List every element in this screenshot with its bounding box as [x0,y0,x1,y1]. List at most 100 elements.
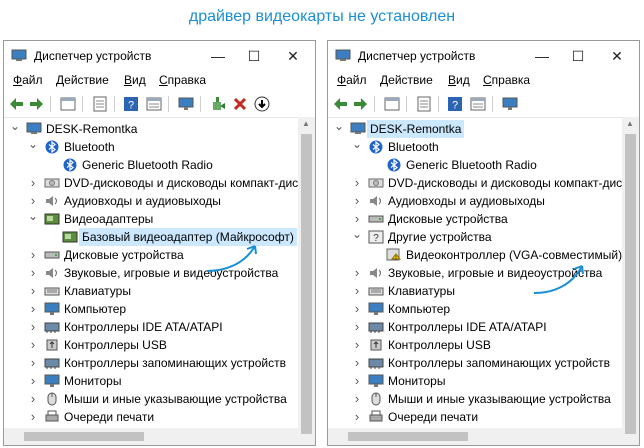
title-bar[interactable]: Диспетчер устройств — ☐ ✕ [328,41,639,71]
expand-arrow-closed-icon[interactable]: › [352,300,362,317]
tree-item[interactable]: ⌄ Bluetooth [4,138,304,156]
menu-action[interactable]: Действие [380,73,433,87]
maximize-button[interactable]: ☐ [565,45,591,67]
forward-icon[interactable] [28,96,44,112]
expand-arrow-open-icon[interactable]: ⌄ [10,120,20,132]
properties-icon[interactable] [60,96,76,112]
tree-item[interactable]: Generic Bluetooth Radio [4,156,304,174]
tree-item[interactable]: › DVD-дисководы и дисководы компакт-дис [328,174,628,192]
menu-help[interactable]: Справка [159,73,206,87]
vertical-scrollbar[interactable]: ▲ [298,117,315,445]
tree-item[interactable]: ⌄ DESK-Remontka [328,120,628,138]
tree-item[interactable]: › Клавиатуры [4,282,304,300]
expand-arrow-closed-icon[interactable]: › [352,282,362,299]
expand-arrow-closed-icon[interactable]: › [352,192,362,209]
expand-arrow-open-icon[interactable]: ⌄ [28,210,38,222]
close-button[interactable]: ✕ [280,45,306,67]
tree-item[interactable]: › Очереди печати [4,408,304,426]
menu-file[interactable]: Файл [13,73,43,87]
tree-item[interactable]: › Аудиовходы и аудиовыходы [328,192,628,210]
minimize-button[interactable]: — [529,45,555,67]
tree-item[interactable]: ⌄ Bluetooth [328,138,628,156]
expand-arrow-closed-icon[interactable]: › [28,282,38,299]
expand-arrow-closed-icon[interactable]: › [352,354,362,371]
tree-item[interactable]: › Клавиатуры [328,282,628,300]
tree-item[interactable]: › Мониторы [328,372,628,390]
expand-arrow-closed-icon[interactable]: › [28,318,38,335]
expand-arrow-closed-icon[interactable]: › [28,174,38,191]
tree-item[interactable]: › Контроллеры запоминающих устройств [328,354,628,372]
expand-arrow-closed-icon[interactable]: › [28,300,38,317]
uninstall-device-icon[interactable] [232,96,248,112]
maximize-button[interactable]: ☐ [241,45,267,67]
menu-action[interactable]: Действие [56,73,109,87]
expand-arrow-closed-icon[interactable]: › [28,336,38,353]
tree-item[interactable]: ⌄ Видеоадаптеры [4,210,304,228]
tree-item[interactable]: › Звуковые, игровые и видеоустройства [328,264,628,282]
tree-item[interactable]: ! Видеоконтроллер (VGA-совместимый) [328,246,628,264]
update-driver-icon[interactable] [210,96,226,112]
horizontal-scrollbar[interactable] [328,428,624,445]
tree-item[interactable]: Базовый видеоадаптер (Майкрософт) [4,228,304,246]
expand-arrow-closed-icon[interactable]: › [352,318,362,335]
help-icon[interactable]: ? [123,96,139,112]
menu-view[interactable]: Вид [124,73,146,87]
tree-item[interactable]: › Контроллеры запоминающих устройств [4,354,304,372]
back-icon[interactable] [333,96,349,112]
expand-arrow-closed-icon[interactable]: › [352,264,362,281]
expand-arrow-closed-icon[interactable]: › [352,174,362,191]
tree-item[interactable]: › DVD-дисководы и дисководы компакт-дис [4,174,304,192]
forward-icon[interactable] [352,96,368,112]
tree-item[interactable]: ⌄? Другие устройства [328,228,628,246]
tree-item[interactable]: › Мыши и иные указывающие устройства [328,390,628,408]
vertical-scrollbar[interactable]: ▲ [622,117,639,445]
tree-item[interactable]: › Очереди печати [328,408,628,426]
expand-arrow-closed-icon[interactable]: › [28,246,38,263]
minimize-button[interactable]: — [205,45,231,67]
tree-item[interactable]: Generic Bluetooth Radio [328,156,628,174]
menu-file[interactable]: Файл [337,73,367,87]
help-icon[interactable]: ? [447,96,463,112]
tree-item[interactable]: › Контроллеры USB [328,336,628,354]
tree-item[interactable]: › Контроллеры IDE ATA/ATAPI [328,318,628,336]
expand-arrow-closed-icon[interactable]: › [352,390,362,407]
properties-icon[interactable] [384,96,400,112]
expand-arrow-open-icon[interactable]: ⌄ [28,138,38,150]
list-view-icon[interactable] [92,96,108,112]
title-bar[interactable]: Диспетчер устройств — ☐ ✕ [4,41,315,71]
expand-arrow-closed-icon[interactable]: › [28,354,38,371]
expand-arrow-closed-icon[interactable]: › [28,390,38,407]
tree-item[interactable]: › Компьютер [4,300,304,318]
expand-arrow-closed-icon[interactable]: › [28,192,38,209]
details-view-icon[interactable] [146,96,162,112]
tree-item[interactable]: › Дисковые устройства [4,246,304,264]
tree-item[interactable]: › Аудиовходы и аудиовыходы [4,192,304,210]
expand-arrow-closed-icon[interactable]: › [352,336,362,353]
menu-help[interactable]: Справка [483,73,530,87]
list-view-icon[interactable] [416,96,432,112]
menu-view[interactable]: Вид [448,73,470,87]
tree-item[interactable]: › Мониторы [4,372,304,390]
expand-arrow-closed-icon[interactable]: › [28,408,38,425]
details-view-icon[interactable] [470,96,486,112]
scan-hardware-icon[interactable] [502,96,518,112]
expand-arrow-closed-icon[interactable]: › [28,264,38,281]
expand-arrow-open-icon[interactable]: ⌄ [352,138,362,150]
tree-item[interactable]: › Дисковые устройства [328,210,628,228]
expand-arrow-closed-icon[interactable]: › [28,372,38,389]
tree-item[interactable]: › Контроллеры IDE ATA/ATAPI [4,318,304,336]
expand-arrow-open-icon[interactable]: ⌄ [352,228,362,240]
horizontal-scrollbar[interactable] [4,428,300,445]
tree-item[interactable]: › Звуковые, игровые и видеоустройства [4,264,304,282]
download-driver-icon[interactable] [254,96,270,112]
scan-hardware-icon[interactable] [178,96,194,112]
expand-arrow-open-icon[interactable]: ⌄ [334,120,344,132]
tree-item[interactable]: › Компьютер [328,300,628,318]
expand-arrow-closed-icon[interactable]: › [352,408,362,425]
expand-arrow-closed-icon[interactable]: › [352,210,362,227]
tree-item[interactable]: › Мыши и иные указывающие устройства [4,390,304,408]
close-button[interactable]: ✕ [604,45,630,67]
expand-arrow-closed-icon[interactable]: › [352,372,362,389]
tree-item[interactable]: ⌄ DESK-Remontka [4,120,304,138]
back-icon[interactable] [9,96,25,112]
